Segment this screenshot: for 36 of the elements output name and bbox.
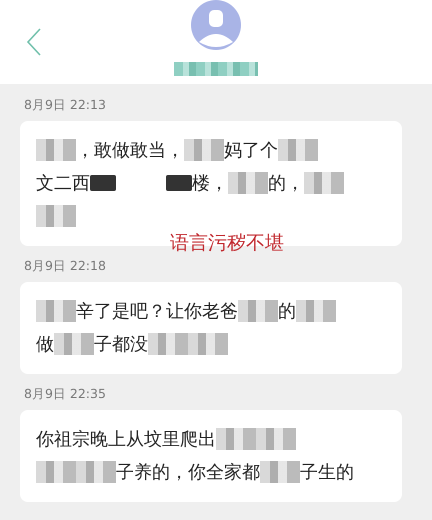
message-text: 的， (268, 172, 304, 194)
pixelated-block (304, 172, 344, 194)
pixelated-block (36, 138, 76, 160)
redaction-bar (90, 174, 116, 190)
message-text: 子养的，你全家都 (116, 460, 260, 484)
message-time: 8月9日 22:35 (24, 386, 107, 403)
message-text: 子生的 (300, 460, 354, 484)
message-time: 8月9日 22:18 (24, 258, 107, 275)
message-time: 8月9日 22:13 (24, 97, 107, 114)
pixelated-block (238, 300, 278, 322)
pixelated-block (188, 332, 228, 354)
pixelated-block (216, 428, 256, 450)
pixelated-block (36, 204, 76, 226)
pixelated-block (296, 300, 336, 322)
pixelated-block (260, 460, 300, 482)
pixelated-block (36, 300, 76, 322)
pixelated-block (54, 332, 94, 354)
message-text: 的 (278, 300, 296, 322)
message-text: 你祖宗晚上从坟里爬出 (36, 428, 216, 450)
annotation-text: 语言污秽不堪 (170, 231, 284, 256)
message-text: 做 (36, 332, 54, 356)
redaction-bar (166, 174, 192, 190)
pixelated-block (228, 172, 268, 194)
pixelated-block (278, 138, 318, 160)
message-text: ，敢做敢当， (76, 138, 184, 162)
message-text: 楼， (192, 172, 228, 194)
pixelated-block (36, 460, 76, 482)
pixelated-block (148, 332, 188, 354)
message-text: 文二西 (36, 172, 90, 194)
message-text: 子都没 (94, 332, 148, 356)
message-text: 辛了是吧？让你老爸 (76, 300, 238, 322)
pixelated-block (184, 138, 224, 160)
pixelated-block (76, 460, 116, 482)
pixelated-block (256, 428, 296, 450)
back-icon[interactable] (26, 27, 42, 57)
message-text: 妈了个 (224, 138, 278, 162)
